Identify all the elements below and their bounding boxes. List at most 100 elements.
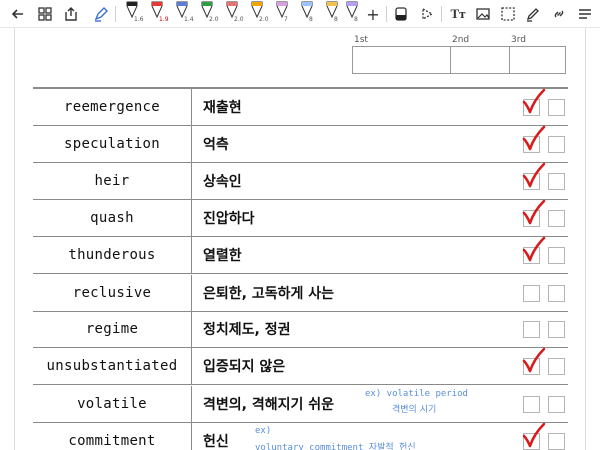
table-row: regime 정치제도, 정권 xyxy=(33,311,568,348)
table-row: thunderous 열렬한 xyxy=(33,236,568,274)
attempt-3-label: 3rd xyxy=(511,35,526,45)
pen-preset-4[interactable]: 2.0 xyxy=(196,1,219,27)
memorized-checkbox-2[interactable] xyxy=(548,321,565,338)
english-word: regime xyxy=(85,321,139,337)
column-divider xyxy=(191,200,192,236)
pen-preset-6[interactable]: 2.0 xyxy=(246,1,269,27)
pen-tool-button[interactable] xyxy=(90,3,112,25)
memorized-checkbox-2[interactable] xyxy=(548,99,565,116)
eraser-icon xyxy=(395,7,407,21)
english-word: thunderous xyxy=(68,247,156,263)
grid-icon xyxy=(38,7,52,21)
english-word: volatile xyxy=(77,396,147,412)
eraser-button[interactable] xyxy=(390,3,412,25)
pen-preset-7[interactable]: 7 xyxy=(271,1,293,27)
korean-meaning: 격변의, 격해지기 쉬운 xyxy=(203,397,334,413)
note-volatile-example: ex) volatile period xyxy=(365,389,468,399)
table-row: heir 상속인 xyxy=(33,162,568,200)
pen-size-label: 2.0 xyxy=(234,16,244,23)
english-word: reclusive xyxy=(72,285,152,301)
column-divider xyxy=(191,163,192,199)
page-right-edge xyxy=(585,28,586,450)
column-divider xyxy=(191,348,192,384)
text-tool-label: Tт xyxy=(450,6,466,21)
english-word: reemergence xyxy=(63,99,161,115)
red-check-mark-icon xyxy=(522,422,546,448)
attempt-score-box[interactable] xyxy=(352,46,566,74)
pen-size-label: 8 xyxy=(354,16,358,23)
table-row: speculation 억측 xyxy=(33,125,568,163)
note-commitment-example: ex) xyxy=(255,426,272,436)
note-commitment-translation: voluntary commitment 자발적 헌신 xyxy=(255,443,416,450)
lasso-button[interactable] xyxy=(416,3,438,25)
english-word: heir xyxy=(94,173,130,189)
export-icon xyxy=(65,7,77,21)
table-row: quash 진압하다 xyxy=(33,199,568,237)
attempt-divider xyxy=(450,47,451,73)
memorized-checkbox-2[interactable] xyxy=(548,433,565,450)
memorized-checkbox-1[interactable] xyxy=(523,285,540,302)
highlighter-button[interactable] xyxy=(522,3,544,25)
pen-preset-2[interactable]: 1.9 xyxy=(146,1,169,27)
attempt-2-label: 2nd xyxy=(452,35,470,45)
image-button[interactable] xyxy=(472,3,494,25)
memorized-checkbox-2[interactable] xyxy=(548,247,565,264)
column-divider xyxy=(191,275,192,311)
memorized-checkbox-1[interactable] xyxy=(523,396,540,413)
grid-view-button[interactable] xyxy=(34,3,56,25)
pen-preset-5[interactable]: 2.0 xyxy=(221,1,244,27)
pen-preset-1[interactable]: 1.6 xyxy=(121,1,144,27)
memorized-checkbox-2[interactable] xyxy=(548,396,565,413)
pen-size-label: 7 xyxy=(284,16,288,23)
pen-preset-10[interactable]: 8 xyxy=(341,1,363,27)
memorized-checkbox-2[interactable] xyxy=(548,210,565,227)
column-divider xyxy=(191,126,192,162)
note-volatile-translation: 격변의 시기 xyxy=(392,405,437,415)
korean-meaning: 진압하다 xyxy=(203,211,255,227)
list-menu-icon xyxy=(579,9,591,19)
toolbar-divider xyxy=(386,6,387,22)
column-divider xyxy=(191,89,192,125)
text-tool-button[interactable]: Tт xyxy=(447,3,469,25)
toolbar-divider xyxy=(115,6,116,22)
english-word: unsubstantiated xyxy=(46,358,178,374)
memorized-checkbox-2[interactable] xyxy=(548,136,565,153)
english-word: speculation xyxy=(63,136,161,152)
korean-meaning: 은퇴한, 고독하게 사는 xyxy=(203,286,334,302)
english-word: commitment xyxy=(68,433,156,449)
memorized-checkbox-1[interactable] xyxy=(523,321,540,338)
memorized-checkbox-2[interactable] xyxy=(548,173,565,190)
pen-preset-3[interactable]: 1.4 xyxy=(171,1,194,27)
pen-size-label: 1.6 xyxy=(134,16,144,23)
pen-preset-9[interactable]: 8 xyxy=(321,1,343,27)
page-left-edge xyxy=(14,28,15,450)
pen-size-label: 1.4 xyxy=(184,16,194,23)
link-button[interactable] xyxy=(548,3,570,25)
red-check-mark-icon xyxy=(522,125,546,151)
red-check-mark-icon xyxy=(522,199,546,225)
memorized-checkbox-2[interactable] xyxy=(548,285,565,302)
export-button[interactable] xyxy=(60,3,82,25)
pen-size-label: 2.0 xyxy=(259,16,269,23)
link-icon xyxy=(554,10,564,18)
pen-size-label: 8 xyxy=(309,16,313,23)
english-word: quash xyxy=(90,210,134,226)
column-divider xyxy=(191,237,192,273)
menu-button[interactable] xyxy=(574,3,596,25)
attempt-divider xyxy=(509,47,510,73)
pen-preset-8[interactable]: 8 xyxy=(296,1,318,27)
selection-button[interactable] xyxy=(497,3,519,25)
pen-size-label: 2.0 xyxy=(209,16,219,23)
lasso-icon xyxy=(422,7,434,21)
column-divider xyxy=(191,386,192,422)
korean-meaning: 열렬한 xyxy=(203,248,242,264)
memorized-checkbox-2[interactable] xyxy=(548,358,565,375)
korean-meaning: 정치제도, 정권 xyxy=(203,322,291,338)
add-pen-button[interactable]: + xyxy=(362,3,384,25)
table-row: unsubstantiated 입증되지 않은 xyxy=(33,347,568,385)
table-row: reclusive 은퇴한, 고독하게 사는 xyxy=(33,275,568,312)
toolbar-divider xyxy=(441,6,442,22)
red-check-mark-icon xyxy=(522,88,546,114)
toolbar: 1.6 1.9 1.4 2.0 2.0 2.0 7 8 8 8 + Tт xyxy=(0,0,600,28)
back-button[interactable] xyxy=(7,3,29,25)
